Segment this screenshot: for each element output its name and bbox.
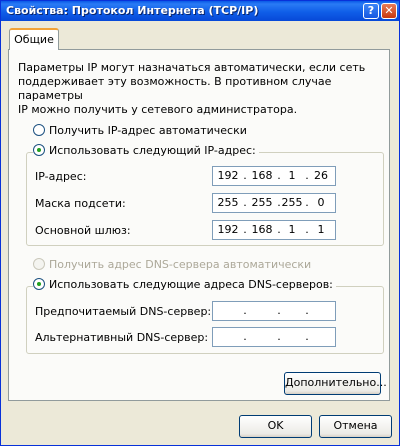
ip-octet: 255 — [251, 196, 273, 209]
default-gateway-input[interactable]: 192 . 168 . 1 . 1 — [212, 220, 336, 240]
default-gateway-label: Основной шлюз: — [35, 224, 131, 237]
dns-manual-radio-row[interactable]: Использовать следующие адреса DNS-сервер… — [33, 278, 336, 292]
preferred-dns-label: Предпочитаемый DNS-сервер: — [35, 305, 212, 318]
intro-text: Параметры IP могут назначаться автоматич… — [18, 61, 366, 116]
subnet-mask-input[interactable]: 255 . 255 . 255 . 0 — [212, 193, 336, 213]
ip-dot: . — [243, 223, 247, 236]
ip-dot: . — [305, 330, 309, 343]
dns-auto-radio[interactable] — [33, 258, 45, 270]
window-title: Свойства: Протокол Интернета (TCP/IP) — [6, 4, 259, 17]
ip-octet: 255 — [281, 196, 303, 209]
alternate-dns-label: Альтернативный DNS-сервер: — [35, 331, 209, 344]
dialog-window: Свойства: Протокол Интернета (TCP/IP) ? … — [0, 0, 400, 446]
title-bar[interactable]: Свойства: Протокол Интернета (TCP/IP) ? … — [1, 1, 399, 21]
ip-auto-radio[interactable] — [33, 124, 45, 136]
preferred-dns-input[interactable]: . . . — [212, 301, 336, 321]
tab-general[interactable]: Общие — [9, 28, 59, 50]
ip-dot: . — [277, 304, 281, 317]
ip-octet: 192 — [217, 223, 239, 236]
ip-octet: 1 — [317, 223, 325, 236]
ip-dot: . — [243, 196, 247, 209]
advanced-button[interactable]: Дополнительно... — [284, 372, 387, 395]
ip-auto-label: Получить IP-адрес автоматически — [49, 124, 247, 137]
ip-dot: . — [243, 330, 247, 343]
ip-octet: 26 — [314, 169, 328, 182]
ip-dot: . — [243, 169, 247, 182]
ip-octet: 168 — [251, 223, 273, 236]
ip-manual-radio[interactable] — [33, 144, 45, 156]
ip-octet: 168 — [251, 169, 273, 182]
ip-octet: 1 — [288, 169, 296, 182]
ip-auto-radio-row[interactable]: Получить IP-адрес автоматически — [33, 124, 247, 138]
ip-dot: . — [305, 304, 309, 317]
dns-auto-label: Получить адрес DNS-сервера автоматически — [49, 258, 312, 271]
close-button[interactable]: ✕ — [381, 3, 397, 19]
ip-octet: 0 — [317, 196, 325, 209]
ip-octet: 192 — [217, 169, 239, 182]
ip-octet: 255 — [217, 196, 239, 209]
ok-button[interactable]: OK — [239, 415, 312, 438]
ip-address-input[interactable]: 192 . 168 . 1 . 26 — [212, 166, 336, 186]
ip-dot: . — [243, 304, 247, 317]
ip-address-label: IP-адрес: — [35, 170, 87, 183]
help-button[interactable]: ? — [363, 3, 379, 19]
ip-manual-label: Использовать следующий IP-адрес: — [49, 144, 256, 157]
dns-manual-radio[interactable] — [33, 278, 45, 290]
cancel-button[interactable]: Отмена — [319, 415, 392, 438]
subnet-mask-label: Маска подсети: — [35, 197, 126, 210]
dns-manual-label: Использовать следующие адреса DNS-сервер… — [49, 278, 333, 291]
ip-dot: . — [277, 330, 281, 343]
ip-octet: 1 — [288, 223, 296, 236]
dns-auto-radio-row[interactable]: Получить адрес DNS-сервера автоматически — [33, 258, 311, 272]
alternate-dns-input[interactable]: . . . — [212, 327, 336, 347]
ip-manual-radio-row[interactable]: Использовать следующий IP-адрес: — [33, 144, 259, 158]
